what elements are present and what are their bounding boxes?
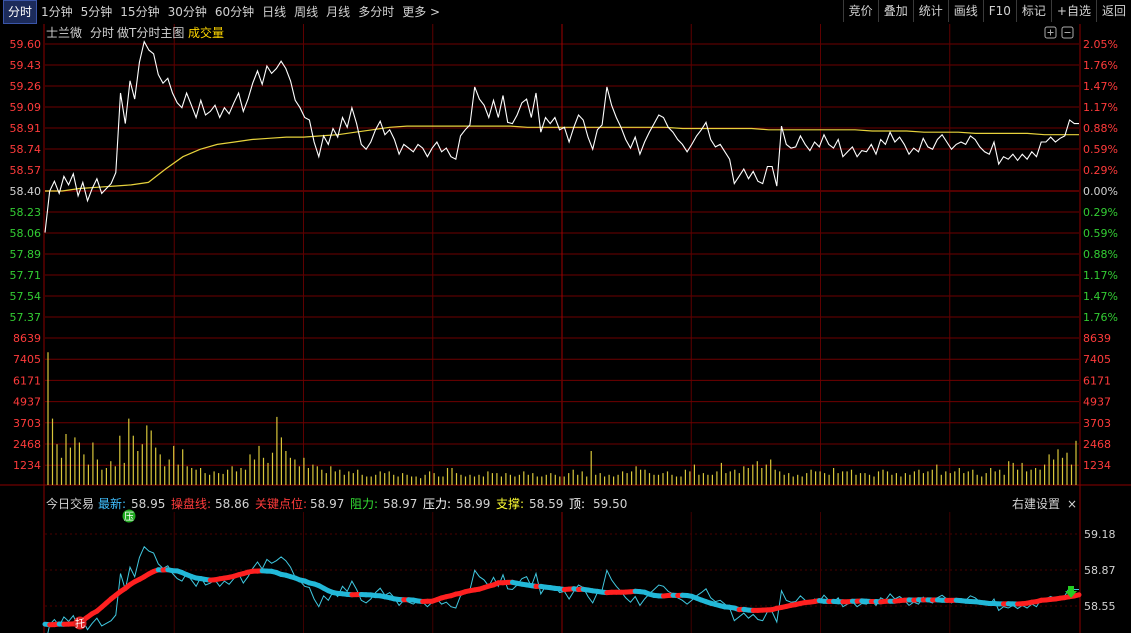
volume-tick-left: 1234 [13, 459, 41, 472]
indicator-label-2: 关键点位: [255, 496, 307, 511]
indicator-value-1: 58.86 [215, 497, 249, 511]
price-tick-right: 0.88% [1083, 248, 1118, 261]
indicator-label-5: 支撑: [496, 496, 524, 511]
price-tick-left: 57.54 [10, 290, 42, 303]
price-tick-right: 0.29% [1083, 206, 1118, 219]
price-tick-right: 1.47% [1083, 290, 1118, 303]
price-tick-left: 58.40 [10, 185, 42, 198]
price-tick-left: 58.91 [10, 122, 42, 135]
indicator-label-6: 顶: [569, 497, 585, 511]
price-tick-left: 59.43 [10, 59, 42, 72]
toolbar-button-2[interactable]: 统计 [912, 0, 948, 22]
price-tick-left: 57.71 [10, 269, 42, 282]
indicator-band-segment [1071, 592, 1082, 599]
price-tick-left: 58.74 [10, 143, 42, 156]
indicator-value-0: 58.95 [131, 497, 165, 511]
indicator-tick: 58.87 [1084, 564, 1116, 577]
price-tick-left: 57.37 [10, 311, 42, 324]
volume-tick-right: 3703 [1083, 417, 1111, 430]
price-tick-right: 1.47% [1083, 80, 1118, 93]
price-tick-right: 0.88% [1083, 122, 1118, 135]
price-tick-left: 58.57 [10, 164, 42, 177]
indicator-title: 今日交易 [46, 496, 94, 511]
tab-9[interactable]: 多分时 [354, 1, 398, 23]
volume-tick-right: 7405 [1083, 353, 1111, 366]
indicator-label-4: 压力: [423, 497, 451, 511]
price-tick-right: 0.59% [1083, 227, 1118, 240]
toolbar-button-6[interactable]: +自选 [1050, 0, 1096, 22]
price-tick-right: 0.00% [1083, 185, 1118, 198]
indicator-value-5: 58.59 [529, 497, 563, 511]
tab-1[interactable]: 1分钟 [37, 1, 77, 23]
toolbar-button-0[interactable]: 竞价 [842, 0, 878, 22]
volume-tick-left: 7405 [13, 353, 41, 366]
price-tick-right: 1.17% [1083, 269, 1118, 282]
price-tick-right: 1.76% [1083, 59, 1118, 72]
indicator-tick: 58.55 [1084, 600, 1116, 613]
close-icon[interactable]: × [1067, 497, 1077, 511]
stock-name: 士兰微 [46, 26, 82, 40]
price-tick-left: 59.26 [10, 80, 42, 93]
price-tick-left: 57.89 [10, 248, 42, 261]
tab-2[interactable]: 5分钟 [77, 1, 117, 23]
indicator-tick: 59.18 [1084, 528, 1116, 541]
tab-4[interactable]: 30分钟 [164, 1, 211, 23]
volume-tick-left: 8639 [13, 332, 41, 345]
tab-10[interactable]: 更多 > [398, 1, 444, 23]
volume-label[interactable]: 成交量 [188, 25, 224, 40]
price-tick-right: 0.59% [1083, 143, 1118, 156]
indicator-label-0: 最新: [98, 496, 126, 511]
volume-tick-right: 2468 [1083, 438, 1111, 451]
toolbar-button-5[interactable]: 标记 [1015, 0, 1051, 22]
chart-area: 59.60 59.43 59.26 59.09 58.91 58.74 58.57 58.40… [0, 24, 1131, 633]
price-tick-right: 2.05% [1083, 38, 1118, 51]
mode-label: 分时 [90, 26, 114, 40]
price-tick-right: 1.76% [1083, 311, 1118, 324]
volume-tick-left: 6171 [13, 374, 41, 387]
toolbar-button-4[interactable]: F10 [982, 0, 1016, 22]
volume-tick-right: 8639 [1083, 332, 1111, 345]
indicator-value-4: 58.99 [456, 497, 490, 511]
tab-8[interactable]: 月线 [322, 1, 354, 23]
price-tick-right: 1.17% [1083, 101, 1118, 114]
indicator-value-3: 58.97 [383, 497, 417, 511]
top-toolbar: 分时 1分钟 5分钟 15分钟 30分钟 60分钟 日线 周线 月线 多分时 更多 > 竞价 叠加 统计… [0, 0, 1131, 25]
tab-6[interactable]: 日线 [258, 1, 290, 23]
press-marker-label: 压 [124, 511, 134, 523]
support-marker-label: 托 [75, 617, 85, 630]
volume-tick-right: 6171 [1083, 374, 1111, 387]
volume-tick-right: 4937 [1083, 396, 1111, 409]
subchart-label[interactable]: 做T分时主图 [117, 25, 184, 40]
price-tick-left: 58.23 [10, 206, 42, 219]
price-tick-right: 0.29% [1083, 164, 1118, 177]
indicator-value-6: 59.50 [593, 497, 627, 511]
indicator-label-1: 操盘线: [171, 496, 211, 511]
volume-tick-left: 2468 [13, 438, 41, 451]
tab-7[interactable]: 周线 [290, 1, 322, 23]
toolbar-button-3[interactable]: 画线 [947, 0, 983, 22]
toolbar-button-1[interactable]: 叠加 [877, 0, 913, 22]
volume-tick-left: 4937 [13, 396, 41, 409]
settings-link[interactable]: 右建设置 [1012, 496, 1060, 511]
price-tick-left: 59.09 [10, 101, 42, 114]
period-tabs: 分时 1分钟 5分钟 15分钟 30分钟 60分钟 日线 周线 月线 多分时 更多 > [0, 0, 444, 24]
price-tick-left: 58.06 [10, 227, 42, 240]
tab-3[interactable]: 15分钟 [116, 1, 163, 23]
toolbar-button-7[interactable]: 返回 [1095, 0, 1131, 22]
support-marker: 托 [73, 616, 87, 630]
right-button-group: 竞价 叠加 统计 画线 F10 标记 +自选 返回 [842, 0, 1131, 24]
price-tick-left: 59.60 [10, 38, 42, 51]
tab-5[interactable]: 60分钟 [211, 1, 258, 23]
press-marker: 压 [122, 509, 136, 523]
volume-tick-left: 3703 [13, 417, 41, 430]
volume-tick-right: 1234 [1083, 459, 1111, 472]
indicator-value-2: 58.97 [310, 497, 344, 511]
tab-0[interactable]: 分时 [3, 0, 38, 24]
indicator-label-3: 阻力: [350, 497, 378, 511]
